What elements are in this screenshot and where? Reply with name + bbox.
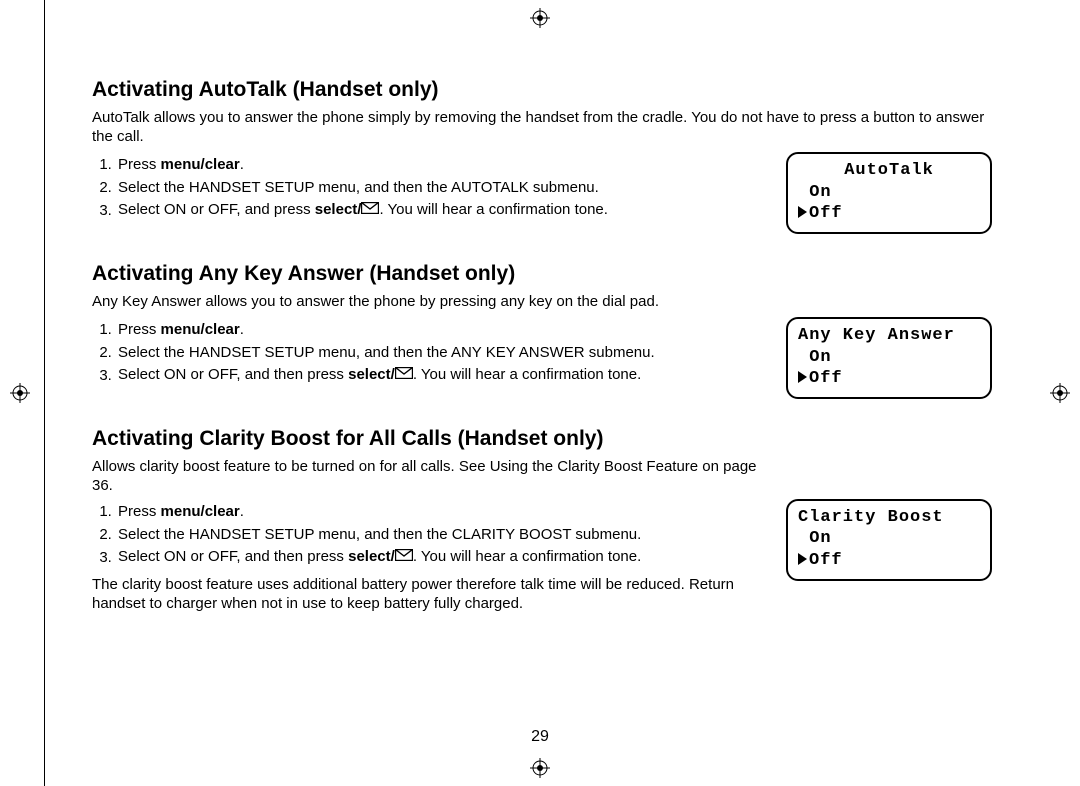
- step-3: Select ON or OFF, and then press select/…: [116, 364, 766, 387]
- envelope-icon: [361, 199, 379, 222]
- step-1: Press menu/clear.: [116, 319, 766, 342]
- steps-clarity: Press menu/clear. Select the HANDSET SET…: [92, 501, 766, 569]
- screen-option-off: Off: [798, 203, 980, 224]
- step-2: Select the HANDSET SETUP menu, and then …: [116, 177, 766, 200]
- envelope-icon: [395, 364, 413, 387]
- steps-anykey: Press menu/clear. Select the HANDSET SET…: [92, 319, 766, 387]
- step-1: Press menu/clear.: [116, 154, 766, 177]
- step-1: Press menu/clear.: [116, 501, 766, 524]
- page-number: 29: [0, 728, 1080, 746]
- screen-option-on: On: [798, 182, 980, 203]
- screen-title: AutoTalk: [798, 160, 980, 181]
- intro-anykey: Any Key Answer allows you to answer the …: [92, 292, 992, 311]
- section-autotalk: Activating AutoTalk (Handset only) AutoT…: [92, 78, 992, 234]
- lcd-screen-autotalk: AutoTalk On Off: [786, 152, 992, 234]
- page-content: Activating AutoTalk (Handset only) AutoT…: [92, 78, 992, 642]
- registration-mark-icon: [1050, 383, 1070, 403]
- envelope-icon: [395, 546, 413, 569]
- section-clarity: Activating Clarity Boost for All Calls (…: [92, 427, 992, 613]
- screen-title: Clarity Boost: [798, 507, 980, 528]
- heading-autotalk: Activating AutoTalk (Handset only): [92, 78, 992, 102]
- steps-autotalk: Press menu/clear. Select the HANDSET SET…: [92, 154, 766, 222]
- intro-autotalk: AutoTalk allows you to answer the phone …: [92, 108, 992, 146]
- step-3: Select ON or OFF, and press select/. You…: [116, 199, 766, 222]
- screen-option-off: Off: [798, 368, 980, 389]
- heading-clarity: Activating Clarity Boost for All Calls (…: [92, 427, 992, 451]
- screen-option-on: On: [798, 528, 980, 549]
- intro-clarity: Allows clarity boost feature to be turne…: [92, 457, 766, 495]
- note-clarity: The clarity boost feature uses additiona…: [92, 575, 766, 613]
- step-2: Select the HANDSET SETUP menu, and then …: [116, 342, 766, 365]
- registration-mark-icon: [10, 383, 30, 403]
- screen-option-on: On: [798, 347, 980, 368]
- registration-mark-icon: [530, 8, 550, 28]
- step-2: Select the HANDSET SETUP menu, and then …: [116, 524, 766, 547]
- lcd-screen-clarity: Clarity Boost On Off: [786, 499, 992, 581]
- screen-title: Any Key Answer: [798, 325, 980, 346]
- screen-option-off: Off: [798, 550, 980, 571]
- crop-line: [44, 0, 45, 786]
- lcd-screen-anykey: Any Key Answer On Off: [786, 317, 992, 399]
- heading-anykey: Activating Any Key Answer (Handset only): [92, 262, 992, 286]
- registration-mark-icon: [530, 758, 550, 778]
- section-anykey: Activating Any Key Answer (Handset only)…: [92, 262, 992, 399]
- step-3: Select ON or OFF, and then press select/…: [116, 546, 766, 569]
